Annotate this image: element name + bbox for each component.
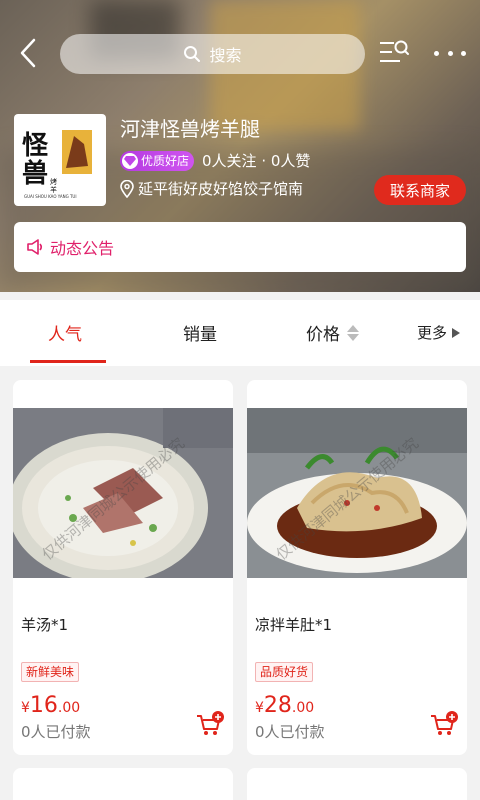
location-pin-icon xyxy=(120,179,134,198)
search-icon xyxy=(184,46,201,62)
tab-more[interactable]: 更多 xyxy=(417,322,461,343)
megaphone-icon xyxy=(27,239,43,255)
shop-badges: 优质好店 0人关注 · 0人赞 xyxy=(120,150,310,171)
price-decimal: .00 xyxy=(57,700,81,716)
price-decimal: .00 xyxy=(291,700,315,716)
follow-stats: 0人关注 · 0人赞 xyxy=(202,152,311,170)
svg-text:GUAI SHOU KAO YANG TUI: GUAI SHOU KAO YANG TUI xyxy=(24,194,77,199)
price-symbol: ¥ xyxy=(255,700,264,716)
shop-logo: 怪 兽 烤 羊 GUAI SHOU KAO YANG TUI xyxy=(14,114,106,206)
back-button[interactable] xyxy=(14,36,44,70)
svg-text:羊: 羊 xyxy=(50,185,57,194)
add-to-cart-icon xyxy=(197,711,224,735)
location-text: 延平街好皮好馅饺子馆南 xyxy=(138,180,304,198)
triangle-right-icon xyxy=(452,327,461,338)
product-price: ¥16.00 xyxy=(21,693,80,718)
product-card[interactable] xyxy=(247,768,467,800)
search-input[interactable]: 搜索 xyxy=(60,34,365,74)
price-integer: 16 xyxy=(29,693,58,718)
product-card[interactable] xyxy=(13,768,233,800)
product-name: 凉拌羊肚*1 xyxy=(255,616,333,634)
shop-header: 搜索 怪 兽 烤 羊 GUAI SHOU KAO YANG TUI 河津怪兽烤羊… xyxy=(0,0,480,292)
product-tag: 品质好货 xyxy=(255,662,314,682)
quality-badge-label: 优质好店 xyxy=(141,154,190,168)
quality-badge: 优质好店 xyxy=(120,150,195,171)
tab-sales[interactable]: 销量 xyxy=(183,320,217,345)
category-list-icon xyxy=(380,40,409,62)
tab-popularity[interactable]: 人气 xyxy=(48,320,82,345)
svg-text:烤: 烤 xyxy=(50,177,57,186)
sort-arrows-icon xyxy=(347,324,359,341)
top-bar: 搜索 xyxy=(0,22,480,82)
more-dot xyxy=(447,50,453,56)
shop-name: 河津怪兽烤羊腿 xyxy=(120,117,260,141)
product-price: ¥28.00 xyxy=(255,693,314,718)
chevron-left-icon xyxy=(20,38,36,68)
add-to-cart-button[interactable] xyxy=(195,710,225,738)
more-dot xyxy=(461,50,466,56)
shop-location[interactable]: 延平街好皮好馅饺子馆南 xyxy=(120,178,303,199)
product-name: 羊汤*1 xyxy=(21,616,69,634)
product-image: 仅供河津同城公示使用必究 xyxy=(247,408,467,578)
product-card[interactable]: 仅供河津同城公示使用必究 羊汤*1 新鲜美味 ¥16.00 0人已付款 xyxy=(13,380,233,755)
add-to-cart-icon xyxy=(431,711,458,735)
search-placeholder: 搜索 xyxy=(209,46,242,65)
more-button[interactable] xyxy=(430,38,470,68)
product-image: 仅供河津同城公示使用必究 xyxy=(13,408,233,578)
notice-label: 动态公告 xyxy=(50,239,115,258)
product-card[interactable]: 仅供河津同城公示使用必究 凉拌羊肚*1 品质好货 ¥28.00 0人已付款 xyxy=(247,380,467,755)
add-to-cart-button[interactable] xyxy=(429,710,459,738)
diamond-icon xyxy=(122,152,138,169)
diamond-shape xyxy=(124,155,136,166)
category-button[interactable] xyxy=(378,38,410,68)
more-dots-icon xyxy=(434,50,439,56)
tab-price-label: 价格 xyxy=(306,325,340,345)
tab-price[interactable]: 价格 xyxy=(306,320,360,345)
paid-count: 0人已付款 xyxy=(21,723,91,741)
logo-main-text: 怪 xyxy=(22,131,49,161)
shop-logo-image: 怪 兽 烤 羊 GUAI SHOU KAO YANG TUI xyxy=(22,130,92,199)
active-tab-indicator xyxy=(30,360,106,363)
contact-merchant-button[interactable]: 联系商家 xyxy=(374,175,466,205)
sort-tabs: 人气 销量 价格 更多 xyxy=(0,300,480,366)
svg-text:兽: 兽 xyxy=(22,158,48,189)
price-integer: 28 xyxy=(263,693,292,718)
price-symbol: ¥ xyxy=(21,700,30,716)
tab-more-label: 更多 xyxy=(417,324,448,342)
notice-bar[interactable]: 动态公告 xyxy=(14,222,466,272)
paid-count: 0人已付款 xyxy=(255,723,325,741)
product-tag: 新鲜美味 xyxy=(21,662,80,682)
